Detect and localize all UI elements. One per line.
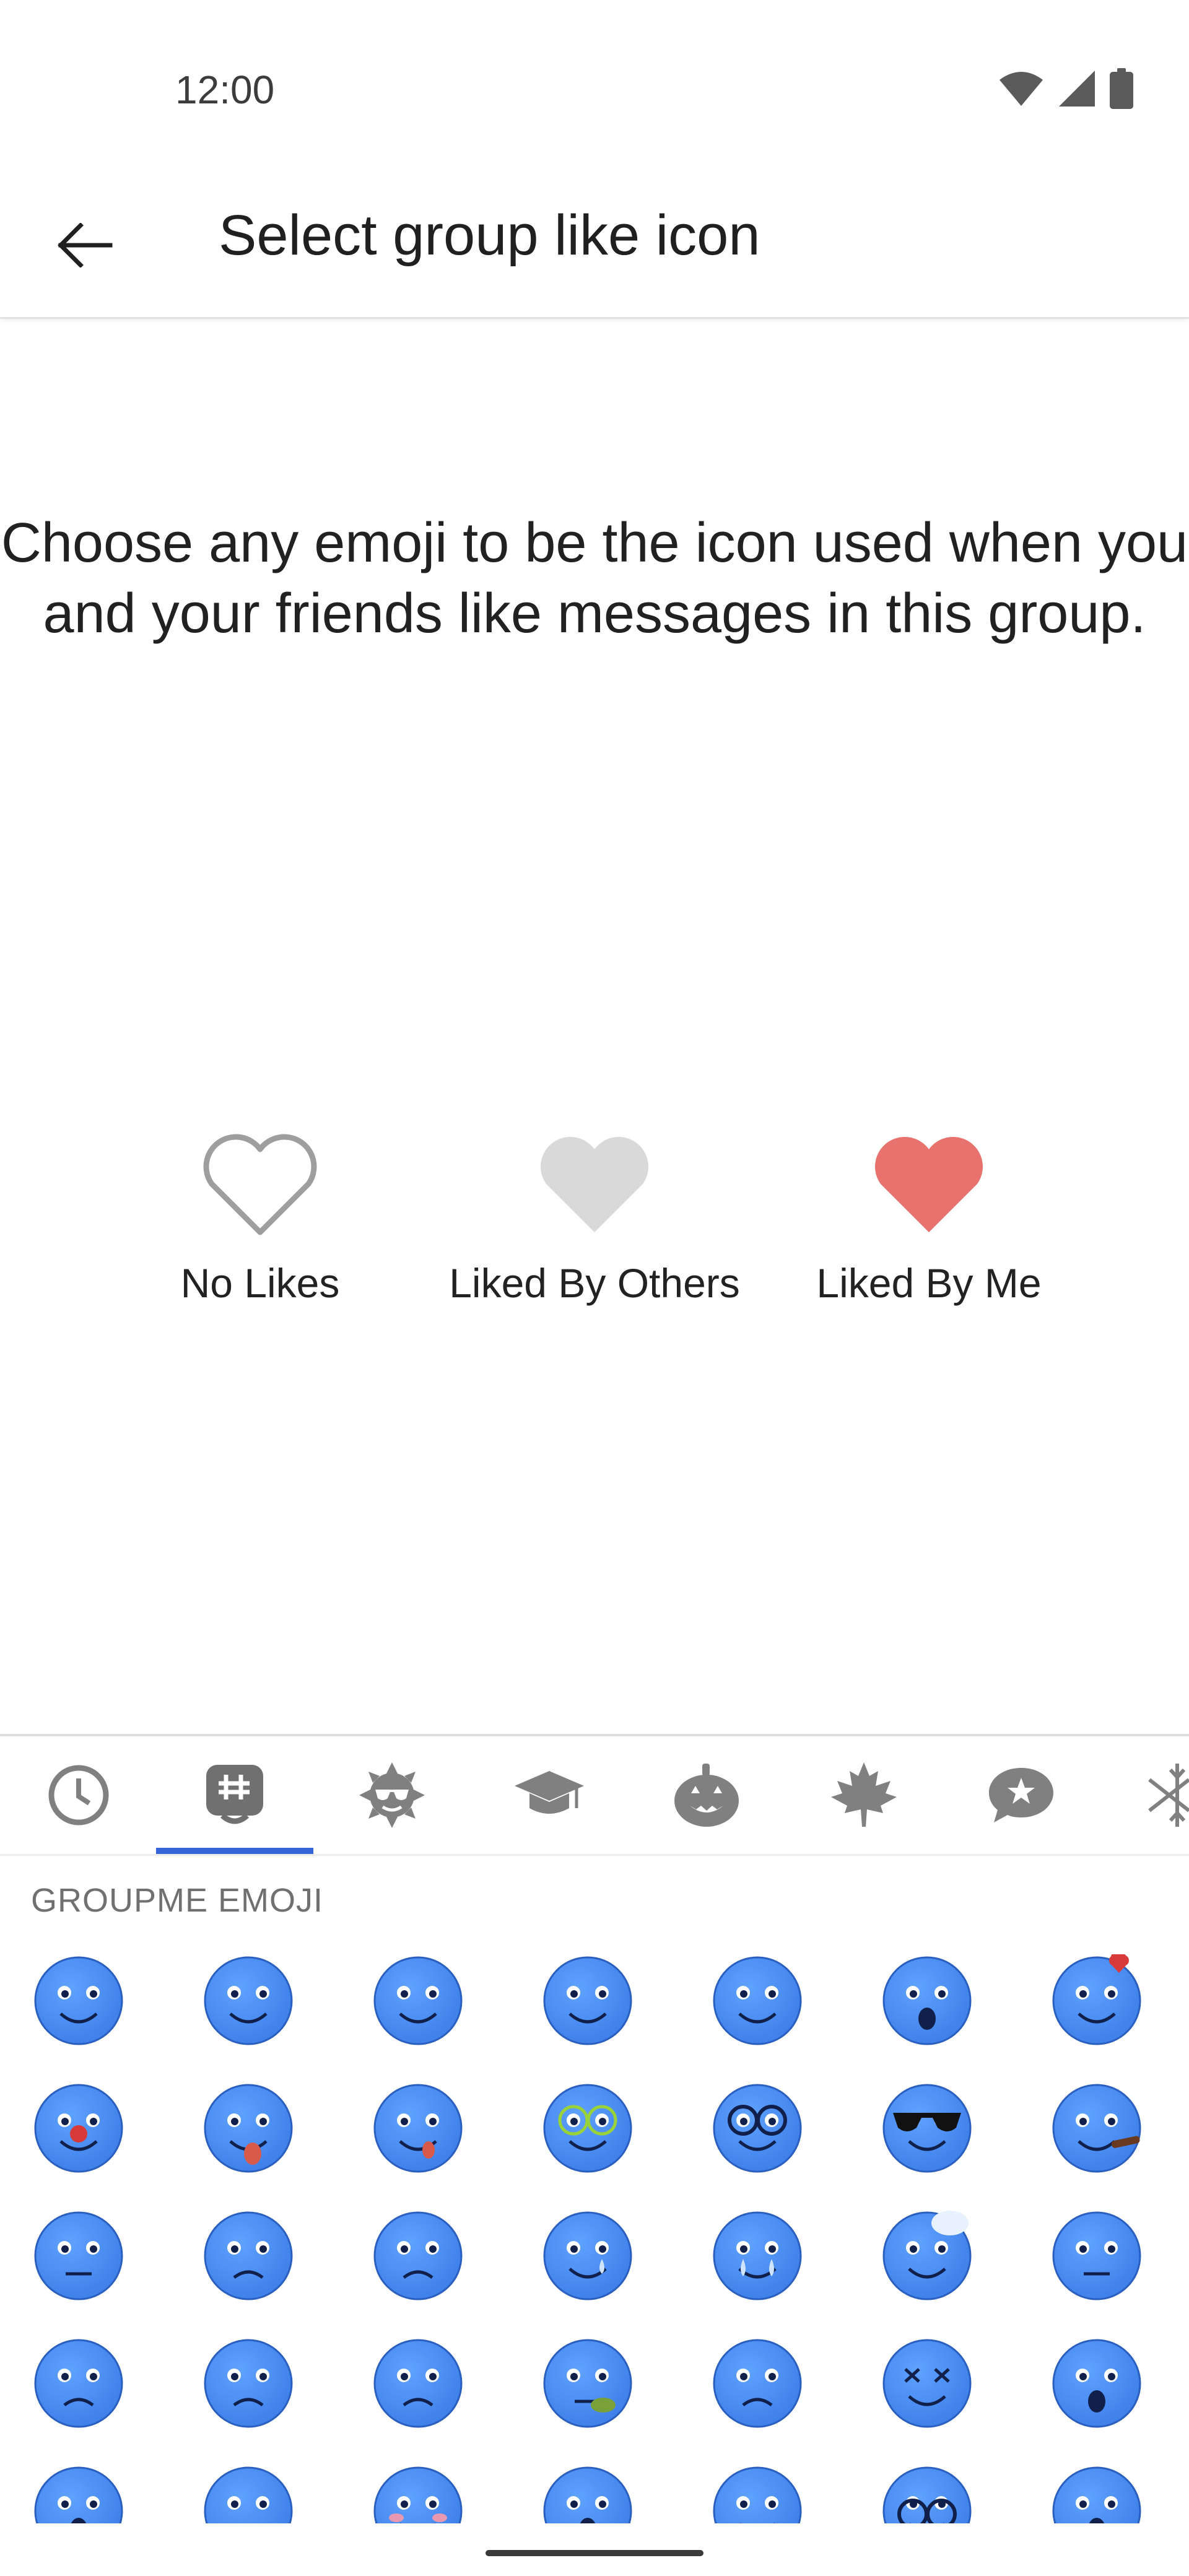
emoji-queasy[interactable]	[541, 2337, 634, 2430]
like-state-no-likes: No Likes	[87, 1133, 433, 1307]
emoji-staring[interactable]	[32, 2465, 125, 2523]
emoji-grid	[0, 1944, 1189, 2523]
like-state-liked-by-others: Liked By Others	[421, 1133, 768, 1307]
gesture-nav-bar[interactable]	[486, 2550, 703, 2556]
emoji-shocked[interactable]	[1050, 2337, 1143, 2430]
like-state-label: Liked By Me	[816, 1260, 1042, 1306]
maple-leaf-icon	[831, 1762, 897, 1827]
emoji-tongue-out[interactable]	[202, 2082, 295, 2175]
emoji-kiss[interactable]	[711, 2465, 804, 2523]
emoji-wide-eyed[interactable]	[541, 2465, 634, 2523]
tab-school[interactable]	[471, 1736, 628, 1854]
tab-halloween[interactable]	[628, 1736, 785, 1854]
description-text: Choose any emoji to be the icon used whe…	[1, 512, 1188, 645]
emoji-glasses-down[interactable]	[881, 2465, 973, 2523]
groupme-icon	[206, 1765, 263, 1824]
emoji-angry[interactable]	[32, 2337, 125, 2430]
tab-autumn[interactable]	[785, 1736, 943, 1854]
emoji-blushing[interactable]	[372, 2465, 464, 2523]
pumpkin-icon	[674, 1764, 739, 1827]
emoji-silly-tongue[interactable]	[372, 2082, 464, 2175]
heart-outline-icon	[203, 1134, 317, 1235]
emoji-worried[interactable]	[372, 2209, 464, 2302]
section-header: GROUPME EMOJI	[31, 1882, 324, 1919]
emoji-category-tabs	[0, 1734, 1189, 1856]
like-state-liked-by-me: Liked By Me	[756, 1133, 1102, 1307]
heart-filled-gray-icon	[540, 1136, 649, 1232]
emoji-sad[interactable]	[202, 2209, 295, 2302]
emoji-confused[interactable]	[202, 2337, 295, 2430]
graduation-cap-icon	[515, 1771, 584, 1814]
emoji-crying[interactable]	[711, 2209, 804, 2302]
emoji-nerd-glasses[interactable]	[711, 2082, 804, 2175]
clock-icon	[48, 1765, 109, 1825]
app-bar: Select group like icon	[0, 161, 1189, 319]
emoji-cold[interactable]	[1050, 2465, 1143, 2523]
emoji-clown-nose[interactable]	[32, 2082, 125, 2175]
emoji-smile[interactable]	[32, 1954, 125, 2047]
emoji-grin[interactable]	[202, 1954, 295, 2047]
emoji-frown[interactable]	[202, 2465, 295, 2523]
sun-sunglasses-icon	[359, 1762, 425, 1828]
status-time: 12:00	[175, 67, 275, 112]
like-states: No Likes Liked By Others Liked By Me	[0, 1133, 1189, 1356]
like-state-label: Liked By Others	[449, 1260, 740, 1306]
emoji-dizzy[interactable]	[881, 2337, 973, 2430]
emoji-sunglasses[interactable]	[881, 2082, 973, 2175]
emoji-wink[interactable]	[711, 1954, 804, 2047]
signal-icon	[1059, 71, 1095, 107]
emoji-unamused[interactable]	[1050, 2209, 1143, 2302]
heart-filled-red-icon	[874, 1136, 983, 1232]
wifi-icon	[1000, 72, 1043, 106]
emoji-happy[interactable]	[372, 1954, 464, 2047]
emoji-neutral[interactable]	[32, 2209, 125, 2302]
tab-recent[interactable]	[0, 1736, 157, 1854]
arrow-back-icon	[58, 223, 113, 268]
battery-icon	[1110, 68, 1133, 109]
emoji-love[interactable]	[1050, 1953, 1143, 2047]
emoji-tear[interactable]	[541, 2209, 634, 2302]
back-button[interactable]	[43, 204, 125, 286]
emoji-sweating[interactable]	[881, 2209, 973, 2302]
like-state-label: No Likes	[180, 1260, 340, 1306]
emoji-content[interactable]	[541, 1954, 634, 2047]
status-icons	[998, 68, 1133, 109]
emoji-nerd-green-glasses[interactable]	[541, 2082, 634, 2175]
tab-winter[interactable]	[1100, 1736, 1189, 1854]
star-bubble-icon	[989, 1768, 1053, 1822]
tab-summer[interactable]	[313, 1736, 471, 1854]
tab-stickers[interactable]	[943, 1736, 1100, 1854]
emoji-skeptical[interactable]	[372, 2337, 464, 2430]
page-title: Select group like icon	[219, 204, 760, 267]
snowflake-icon	[1148, 1764, 1189, 1827]
status-bar: 12:00	[0, 0, 1189, 161]
emoji-cigar[interactable]	[1050, 2082, 1143, 2175]
tab-groupme[interactable]	[156, 1736, 313, 1854]
tab-selected-indicator	[156, 1848, 313, 1854]
emoji-sick[interactable]	[711, 2337, 804, 2430]
emoji-surprised[interactable]	[881, 1954, 973, 2047]
